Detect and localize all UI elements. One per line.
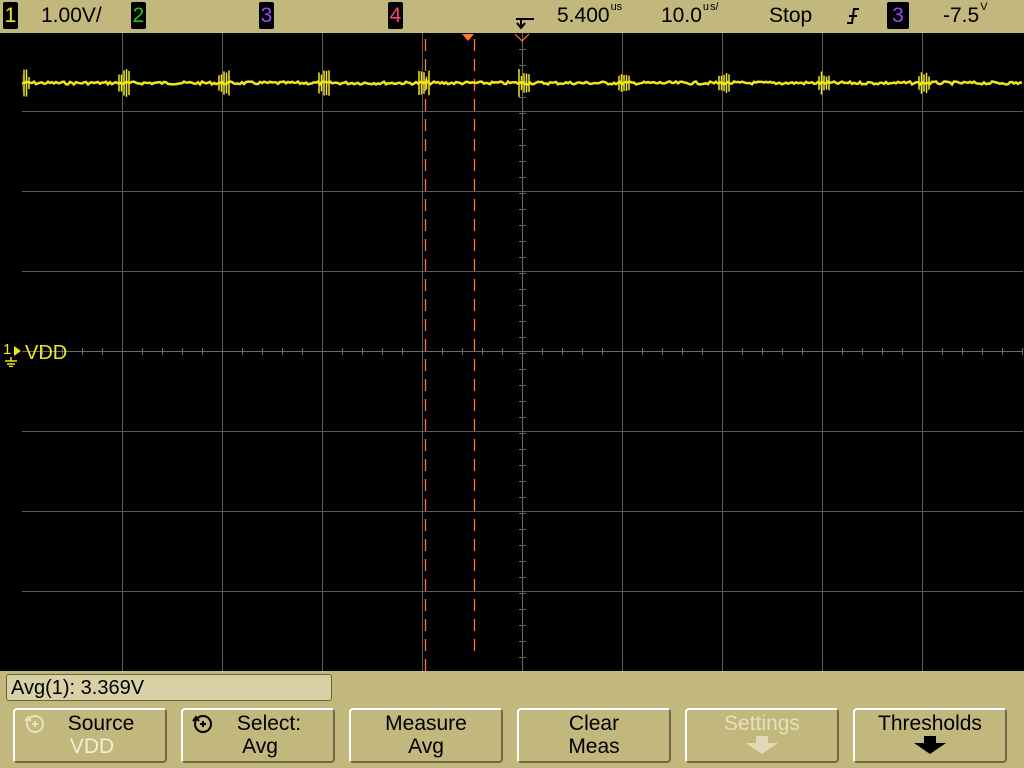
- channel-1-ground-marker[interactable]: 1: [2, 341, 22, 367]
- time-scale-unit: s/: [710, 1, 719, 13]
- measure-softkey-label: Measure: [385, 712, 467, 735]
- trigger-marker-icon: [516, 18, 534, 29]
- trigger-level: -7.5V: [943, 0, 988, 33]
- clear-meas-softkey[interactable]: Clear Meas: [517, 708, 671, 763]
- rotate-knob-icon: [192, 715, 212, 733]
- measurement-readout: Avg(1): 3.369V: [6, 674, 332, 701]
- channel-4-indicator[interactable]: 4: [388, 2, 403, 29]
- rising-edge-icon: [847, 8, 859, 24]
- graticule-ticks: [42, 49, 1023, 658]
- thresholds-softkey-label: Thresholds: [878, 712, 982, 735]
- trigger-source-indicator: 3: [887, 2, 909, 29]
- channel-3-indicator[interactable]: 3: [259, 2, 274, 29]
- time-delay-value: 5.400: [557, 4, 610, 27]
- time-scale-value: 10.0: [661, 4, 702, 27]
- down-arrow-icon: [746, 736, 778, 754]
- run-state: Stop: [769, 4, 813, 27]
- settings-softkey[interactable]: Settings: [685, 708, 839, 763]
- clear-softkey-line2: Meas: [568, 735, 620, 758]
- ground-icon: [5, 346, 21, 367]
- select-softkey-value: Avg: [242, 735, 278, 758]
- softkey-panel: Avg(1): 3.369V Source VDD Select: Avg Me…: [0, 671, 1024, 768]
- channel-2-indicator[interactable]: 2: [131, 2, 146, 29]
- thresholds-softkey[interactable]: Thresholds: [853, 708, 1007, 763]
- cursor-lines[interactable]: [424, 39, 476, 671]
- channel-1-indicator[interactable]: 1: [3, 2, 18, 29]
- clear-softkey-line1: Clear: [568, 712, 620, 735]
- measure-softkey-value: Avg: [408, 735, 444, 758]
- rotate-knob-icon: [24, 715, 44, 733]
- channel-1-scale: 1.00V/: [41, 4, 102, 27]
- status-bar: 1 1.00V/ 2 3 4 5.400us 10.0us/ Stop 3 -7…: [0, 0, 1024, 33]
- select-softkey[interactable]: Select: Avg: [181, 708, 335, 763]
- settings-softkey-label: Settings: [724, 712, 800, 735]
- time-scale: 10.0us/: [661, 0, 719, 33]
- time-delay: 5.400us: [557, 0, 622, 33]
- trigger-level-value: -7.5: [943, 4, 980, 27]
- delay-marker-icon: [462, 34, 474, 41]
- down-arrow-icon: [914, 736, 946, 754]
- trigger-level-unit: V: [980, 1, 988, 13]
- waveform-display[interactable]: VDD: [22, 33, 1023, 671]
- source-softkey[interactable]: Source VDD: [13, 708, 167, 763]
- time-scale-unit-prefix: u: [702, 1, 709, 13]
- channel-label-vdd: VDD: [25, 342, 67, 364]
- measure-softkey[interactable]: Measure Avg: [349, 708, 503, 763]
- source-softkey-value: VDD: [69, 735, 115, 758]
- time-delay-unit: us: [610, 1, 623, 13]
